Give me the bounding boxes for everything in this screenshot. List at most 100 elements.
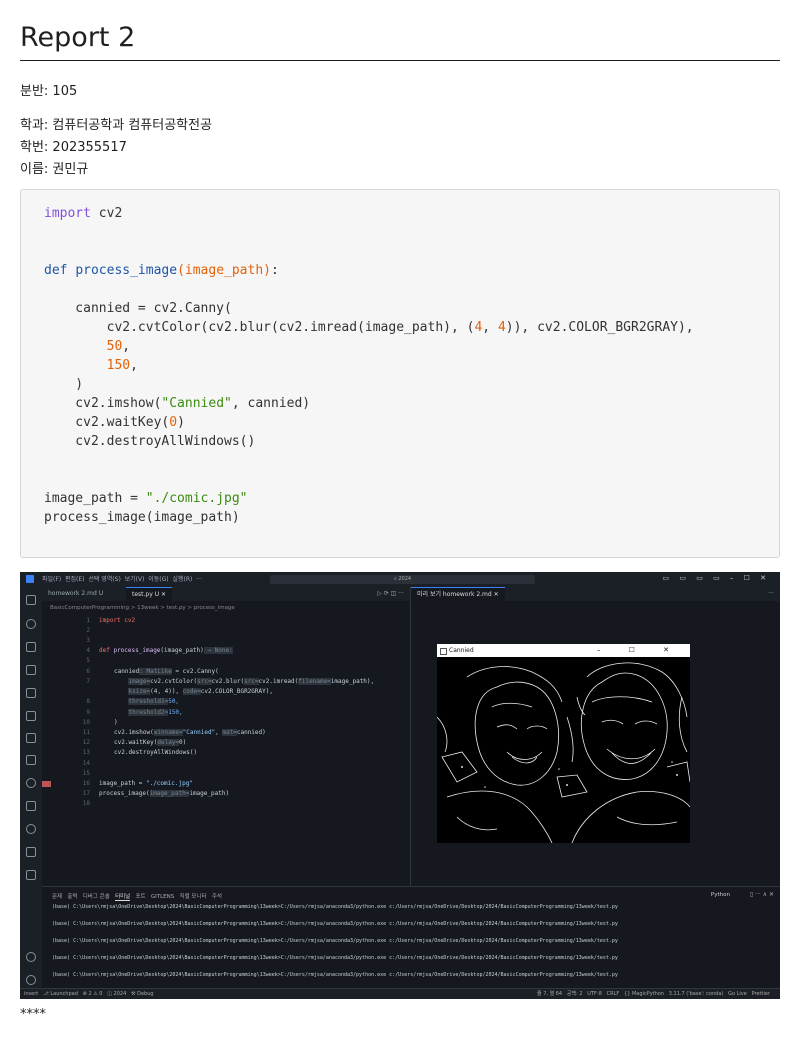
report-page: Report 2 분반: 105 학과: 컴퓨터공학과 컴퓨터공학전공 학번: … <box>20 0 780 1022</box>
panel-controls[interactable]: ▯ ··· ∧ ✕ <box>750 891 774 898</box>
window-controls[interactable]: – ☐ ✕ <box>597 644 682 657</box>
docker-icon[interactable] <box>26 801 36 811</box>
chat-icon[interactable] <box>26 870 36 880</box>
title-bar: 파일(F) 편집(E) 선택 영역(S) 보기(V) 이동(G) 실행(R) ·… <box>20 572 780 587</box>
search-icon[interactable] <box>26 619 36 629</box>
menu-bar[interactable]: 파일(F) 편집(E) 선택 영역(S) 보기(V) 이동(G) 실행(R) ·… <box>42 574 202 583</box>
editor-token: image_path), <box>330 678 375 685</box>
preview-tabs: 미리 보기 homework 2.md ✕ ··· <box>411 587 780 602</box>
terminal-line: (base) C:\Users\rmjsa\OneDrive\Desktop\2… <box>52 904 618 910</box>
code-text: , cannied) <box>231 396 311 411</box>
editor-token: cannied <box>114 668 140 675</box>
breadcrumb[interactable]: BasicComputerProgramming > 13week > test… <box>50 605 235 611</box>
database-icon[interactable] <box>26 847 36 857</box>
inlay-hint: threshold2= <box>128 709 169 716</box>
inlay-hint: ksize= <box>128 688 151 695</box>
tab-homework-md[interactable]: homework 2.md U <box>42 587 109 601</box>
status-right[interactable]: 줄 7, 열 64 공백: 2 UTF-8 CRLF {} MagicPytho… <box>537 989 770 999</box>
editor-token: 50, <box>168 698 180 705</box>
editor-token <box>114 688 128 695</box>
department-line: 학과: 컴퓨터공학과 컴퓨터공학전공 <box>20 118 213 133</box>
source-control-icon[interactable] <box>26 642 36 652</box>
run-debug-icon[interactable] <box>26 665 36 675</box>
tab-serial-monitor[interactable]: 직렬 모니터 <box>180 894 207 900</box>
code-line: cv2.destroyAllWindows() <box>44 434 256 449</box>
line-number: 18 <box>82 800 90 807</box>
code-text: : <box>270 263 279 278</box>
testing-icon[interactable] <box>26 733 36 743</box>
edge-icon[interactable] <box>26 824 36 834</box>
line-number: 13 <box>82 749 90 756</box>
editor-token: cannied) <box>236 729 266 736</box>
tab-preview-homework-md[interactable]: 미리 보기 homework 2.md ✕ <box>411 587 505 602</box>
line-number: 1 <box>86 617 90 624</box>
code-editor[interactable]: 1 2 3 4 5 6 7 8 9 10 11 12 13 14 15 16 1… <box>42 612 410 886</box>
inlay-hint: code= <box>182 688 201 695</box>
tab-gitlens[interactable]: GITLENS <box>151 894 174 900</box>
tab-problems[interactable]: 문제 <box>52 894 62 900</box>
name-line: 이름: 권민규 <box>20 162 89 177</box>
remote-icon[interactable] <box>26 711 36 721</box>
tab-debug-console[interactable]: 디버그 콘솔 <box>83 894 110 900</box>
inlay-hint: threshold1= <box>128 698 169 705</box>
window-controls[interactable]: ▭ ▭ ▭ ▭ – ☐ ✕ <box>663 574 770 582</box>
code-text: cv2.imshow( <box>44 396 162 411</box>
tab-terminal[interactable]: 터미널 <box>115 894 131 901</box>
editor-line: ) <box>114 719 118 726</box>
editor-token: process_image <box>113 647 161 654</box>
extensions-icon[interactable] <box>26 688 36 698</box>
code-params: (image_path) <box>177 263 271 278</box>
editor-token: (4, 4)), <box>150 688 183 695</box>
line-number: 14 <box>82 760 90 767</box>
cannied-window: Cannied – ☐ ✕ <box>437 644 690 843</box>
code-text: cv2.waitKey( <box>44 415 170 430</box>
activity-bar <box>20 587 42 999</box>
settings-gear-icon[interactable] <box>26 975 36 985</box>
editor-line: threshold2=150, <box>114 709 183 716</box>
terminal-line: (base) C:\Users\rmjsa\OneDrive\Desktop\2… <box>52 955 618 961</box>
code-keyword: def <box>44 263 68 278</box>
editor-line: cv2.destroyAllWindows() <box>114 749 197 756</box>
editor-line: cannied: MatLike = cv2.Canny( <box>114 668 219 675</box>
inlay-hint: filename= <box>298 678 331 685</box>
more-actions-icon[interactable]: ··· <box>768 590 774 597</box>
terminal-python-label[interactable]: Python <box>711 892 730 898</box>
code-number: 4 <box>497 320 506 335</box>
explorer-icon[interactable] <box>26 595 36 605</box>
status-left[interactable]: insert ⎇ Launchpad ⊗ 2 ⚠ 0 ◫ 2024 ⚒ Debu… <box>24 989 154 999</box>
line-number: 5 <box>86 657 90 664</box>
tab-output[interactable]: 출력 <box>67 894 77 900</box>
editor-tabs: homework 2.md U test.py U ✕ ▷ ⟳ ◫ ··· <box>42 587 410 602</box>
inlay-hint: → None: <box>203 647 233 654</box>
editor-line: process_image(image_path=image_path) <box>99 790 229 797</box>
editor-line: ksize=(4, 4)), code=cv2.COLOR_BGR2GRAY), <box>114 688 273 695</box>
inlay-hint: : MatLike <box>139 668 172 675</box>
avatar <box>42 781 51 787</box>
editor-actions[interactable]: ▷ ⟳ ◫ ··· <box>377 590 404 597</box>
editor-token <box>114 678 128 685</box>
account-icon[interactable] <box>26 952 36 962</box>
code-string: "./comic.jpg" <box>145 491 248 506</box>
editor-token: cv2.waitKey( <box>114 739 158 746</box>
bottom-panel: 문제 출력 디버그 콘솔 터미널 포트 GITLENS 직렬 모니터 주석 Py… <box>42 886 780 989</box>
tab-test-py[interactable]: test.py U ✕ <box>126 587 173 602</box>
code-text: ) <box>177 415 185 430</box>
inlay-hint: image= <box>128 678 151 685</box>
code-keyword: import <box>44 206 91 221</box>
line-number: 11 <box>82 729 90 736</box>
code-text: , <box>482 320 498 335</box>
editor-token: = cv2.Canny( <box>171 668 219 675</box>
editor-token: def <box>99 647 114 654</box>
line-number: 12 <box>82 739 90 746</box>
github-icon[interactable] <box>26 778 36 788</box>
code-text: cv2 <box>90 206 123 221</box>
line-number: 6 <box>86 668 90 675</box>
tab-comments[interactable]: 주석 <box>212 894 222 900</box>
editor-token: image_path) <box>189 790 230 797</box>
inlay-hint: mat= <box>222 729 237 736</box>
folder-icon[interactable] <box>26 755 36 765</box>
tab-ports[interactable]: 포트 <box>136 894 146 900</box>
command-search[interactable]: ⌕ 2024 <box>270 575 535 584</box>
page-title: Report 2 <box>20 0 780 61</box>
vscode-logo-icon <box>26 575 34 583</box>
